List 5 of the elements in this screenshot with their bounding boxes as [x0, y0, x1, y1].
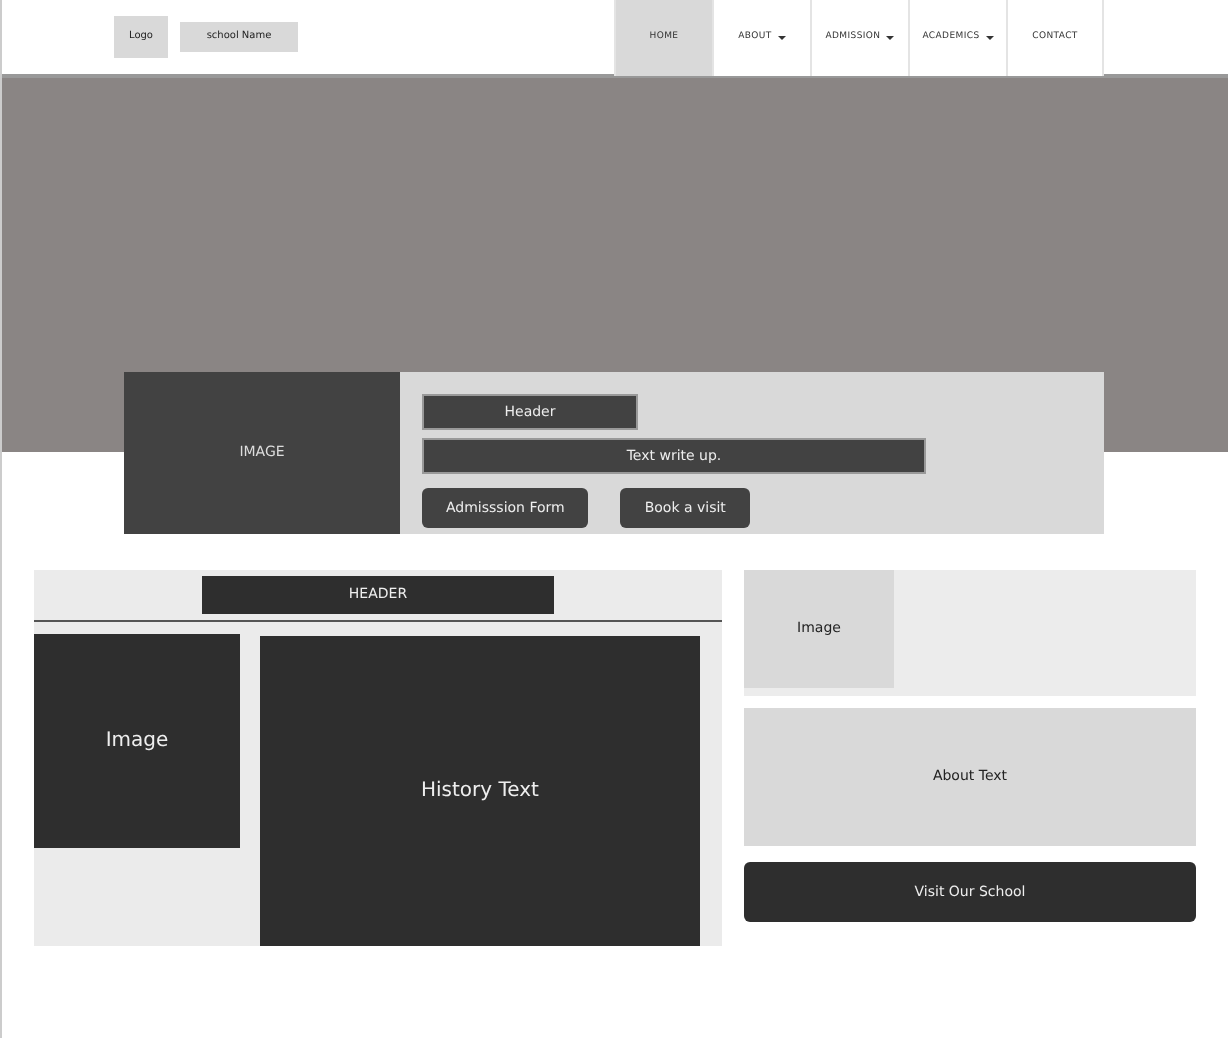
caret-icon: [777, 36, 786, 40]
caret-icon: [886, 36, 895, 40]
history-text-block: History Text: [260, 636, 700, 946]
caret-icon: [985, 36, 994, 40]
image-label: Image: [105, 728, 169, 756]
